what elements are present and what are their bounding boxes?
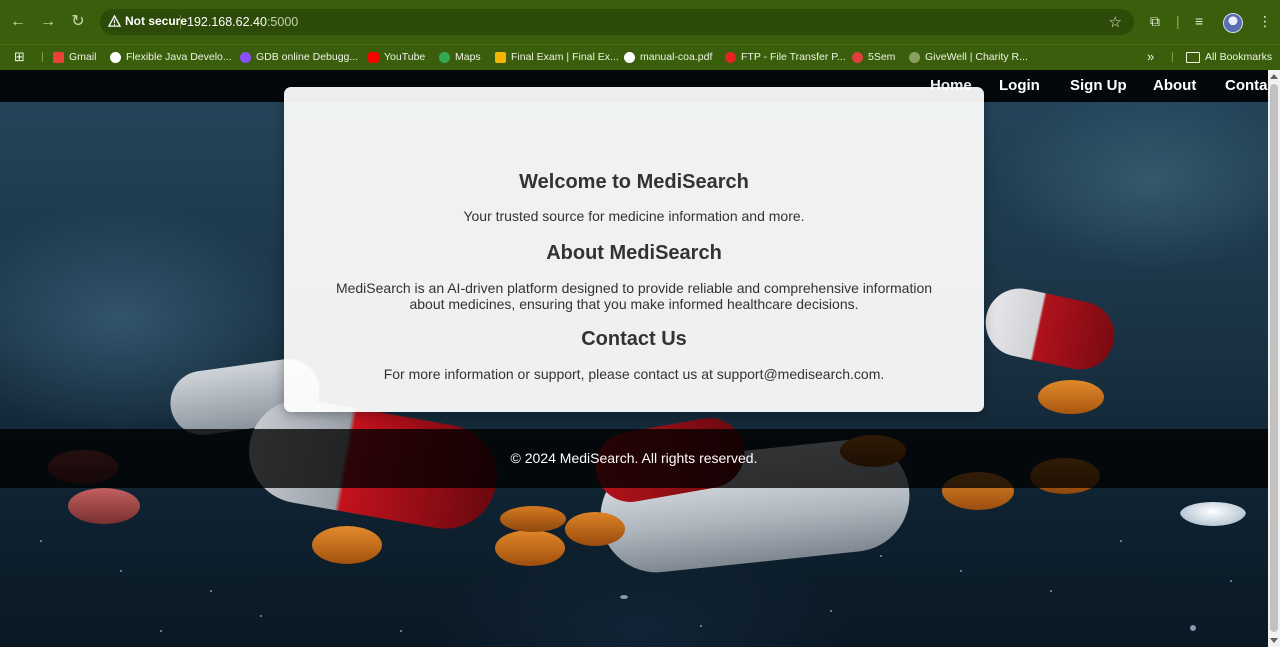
background-pill	[979, 282, 1121, 376]
scroll-up-icon[interactable]	[1270, 74, 1278, 79]
welcome-text: Your trusted source for medicine informa…	[463, 208, 805, 224]
bookmark-label: 5Sem	[868, 51, 896, 63]
background-sparkle	[120, 570, 122, 572]
bookmark-label: Gmail	[69, 51, 97, 63]
youtube-icon	[368, 51, 379, 63]
page-scrollbar[interactable]	[1268, 70, 1280, 647]
footer-copyright: © 2024 MediSearch. All rights reserved.	[510, 450, 758, 466]
url-text[interactable]: 192.168.62.40:5000	[187, 15, 298, 29]
background-sparkle	[400, 630, 402, 632]
bookmark-ftp[interactable]: FTP - File Transfer P...	[725, 51, 846, 63]
background-sparkle	[620, 595, 628, 599]
background-tablet	[1180, 502, 1246, 526]
about-text: MediSearch is an AI-driven platform desi…	[335, 280, 933, 312]
bookmark-label: Final Exam | Final Ex...	[511, 51, 619, 63]
back-icon[interactable]: ←	[6, 10, 30, 34]
gdb-icon	[240, 51, 251, 63]
folder-icon	[1186, 51, 1200, 63]
bookmark-final-exam[interactable]: Final Exam | Final Ex...	[495, 51, 619, 63]
reload-icon[interactable]: ↻	[66, 10, 90, 34]
nav-login-link[interactable]: Login	[999, 77, 1040, 94]
background-sparkle	[40, 540, 42, 542]
bookmarks-bar: ⊞ | Gmail Flexible Java Develo... GDB on…	[0, 44, 1280, 71]
url-host: 192.168.62.40	[187, 15, 267, 29]
profile-avatar[interactable]	[1223, 13, 1243, 33]
nav-signup-link[interactable]: Sign Up	[1070, 77, 1127, 94]
background-sparkle	[880, 555, 882, 557]
all-bookmarks-label: All Bookmarks	[1205, 51, 1273, 63]
apps-grid-icon[interactable]: ⊞	[14, 49, 25, 65]
nav-contact-link[interactable]: Contac	[1225, 77, 1268, 94]
background-sparkle	[210, 590, 212, 592]
background-tablet	[565, 512, 625, 546]
forward-icon[interactable]: →	[36, 10, 60, 34]
background-sparkle	[1050, 590, 1052, 592]
warning-icon	[108, 14, 121, 27]
bookmark-label: FTP - File Transfer P...	[741, 51, 846, 63]
background-sparkle	[960, 570, 962, 572]
background-sparkle	[1190, 625, 1196, 631]
contact-text: For more information or support, please …	[383, 366, 885, 382]
contact-title: Contact Us	[581, 328, 687, 350]
scroll-down-icon[interactable]	[1270, 638, 1278, 643]
bookmark-givewell[interactable]: GiveWell | Charity R...	[909, 51, 1028, 63]
5sem-icon	[852, 51, 863, 63]
background-sparkle	[700, 625, 702, 627]
givewell-icon	[909, 51, 920, 63]
bookmark-gdb[interactable]: GDB online Debugg...	[240, 51, 358, 63]
bookmarks-divider: |	[41, 51, 44, 63]
background-sparkle	[1230, 580, 1232, 582]
bookmark-label: GDB online Debugg...	[256, 51, 359, 63]
globe-icon	[624, 51, 635, 63]
bookmark-label: GiveWell | Charity R...	[925, 51, 1028, 63]
bookmark-gmail[interactable]: Gmail	[53, 51, 96, 63]
toolbar-divider: |	[1176, 13, 1180, 29]
address-bar[interactable]: Not secure 192.168.62.40:5000 ☆	[100, 9, 1134, 35]
background-tablet	[1038, 380, 1104, 414]
bookmark-youtube[interactable]: YouTube	[368, 51, 425, 63]
bookmark-manual-coa[interactable]: manual-coa.pdf	[624, 51, 712, 63]
bookmark-label: manual-coa.pdf	[640, 51, 713, 63]
nav-about-link[interactable]: About	[1153, 77, 1196, 94]
background-tablet	[495, 530, 565, 566]
browser-toolbar: ← → ↻ Not secure 192.168.62.40:5000 ☆ ⧉ …	[0, 0, 1280, 44]
page-footer: © 2024 MediSearch. All rights reserved.	[0, 429, 1268, 488]
background-sparkle	[160, 630, 162, 632]
gmail-icon	[53, 51, 64, 63]
all-bookmarks[interactable]: All Bookmarks	[1186, 51, 1272, 63]
welcome-title: Welcome to MediSearch	[519, 171, 749, 193]
extensions-icon[interactable]: ⧉	[1150, 13, 1160, 30]
background-tablet	[68, 488, 140, 524]
security-label: Not secure	[125, 14, 188, 28]
info-icon	[110, 51, 121, 63]
bookmark-maps[interactable]: Maps	[439, 51, 481, 63]
bookmark-5sem[interactable]: 5Sem	[852, 51, 895, 63]
background-tablet	[312, 526, 382, 564]
security-indicator[interactable]: Not secure	[108, 14, 187, 28]
menu-icon[interactable]: ⋮	[1258, 13, 1272, 30]
bookmark-label: Maps	[455, 51, 481, 63]
maps-icon	[439, 51, 450, 63]
page-viewport: Home Login Sign Up About Contac Welcome …	[0, 70, 1268, 647]
url-port: :5000	[266, 15, 299, 29]
background-tablet	[500, 506, 566, 532]
bookmark-flexible-java[interactable]: Flexible Java Develo...	[110, 51, 232, 63]
heart-icon	[725, 51, 736, 63]
about-title: About MediSearch	[546, 242, 722, 264]
scrollbar-thumb[interactable]	[1270, 84, 1278, 632]
media-controls-icon[interactable]: ≡	[1195, 13, 1203, 29]
bookmark-star-icon[interactable]: ☆	[1109, 13, 1122, 31]
info-card: Welcome to MediSearch Your trusted sourc…	[284, 87, 984, 412]
bookmarks-divider: |	[1171, 51, 1174, 63]
bookmark-label: Flexible Java Develo...	[126, 51, 232, 63]
bookmark-label: YouTube	[384, 51, 426, 63]
background-sparkle	[830, 610, 832, 612]
exam-icon	[495, 51, 506, 63]
background-sparkle	[1120, 540, 1122, 542]
omnibox-divider	[180, 15, 181, 29]
background-sparkle	[260, 615, 262, 617]
more-bookmarks-icon[interactable]: »	[1147, 49, 1154, 64]
